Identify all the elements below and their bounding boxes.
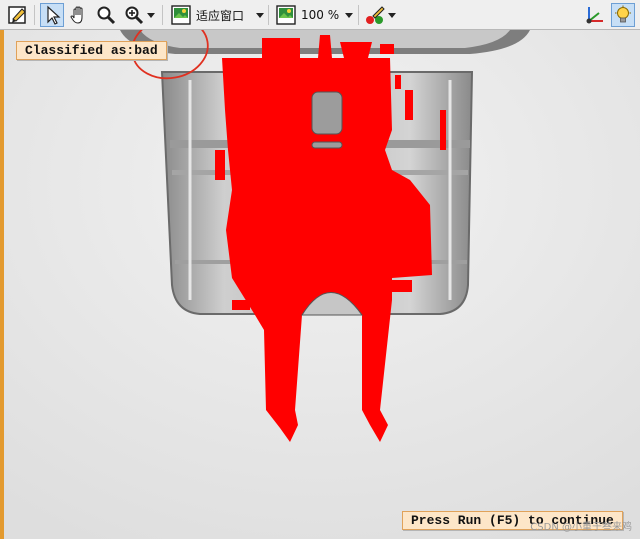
axes-icon [586, 7, 603, 24]
chevron-down-icon [146, 12, 155, 18]
edit-button[interactable] [6, 3, 30, 27]
image-fit-icon [171, 5, 191, 25]
hand-tool-button[interactable] [67, 3, 91, 27]
zoom-fit-value: 适应窗口 [196, 8, 245, 23]
classification-label: Classified as:bad [16, 41, 167, 60]
zoom-fit-combo[interactable]: 适应窗口 [168, 3, 266, 27]
lightbulb-button[interactable] [611, 3, 635, 27]
toolbar: 适应窗口 100 % [0, 0, 640, 30]
chevron-down-icon [345, 12, 353, 18]
hand-icon [70, 6, 83, 24]
zoom-dropdown[interactable] [121, 3, 157, 27]
magnifier-icon [97, 6, 116, 25]
zoom-percent-combo[interactable]: 100 % [272, 3, 356, 27]
pointer-tool-button[interactable] [40, 3, 64, 27]
magnifier-tool-button[interactable] [94, 3, 118, 27]
zoom-in-icon [125, 6, 143, 25]
edit-icon [8, 6, 26, 24]
watermark: CSDN @小重于叁来鸡 [530, 522, 632, 533]
image-canvas[interactable]: Classified as:bad Press Run (F5) to cont… [0, 30, 640, 539]
axes-button[interactable] [583, 3, 607, 27]
color-dropdown[interactable] [362, 3, 398, 27]
inspection-image [0, 30, 640, 539]
zoom-percent-value: 100 % [301, 8, 340, 22]
lightbulb-icon [615, 5, 631, 23]
chevron-down-icon [256, 12, 264, 18]
image-zoom-icon [276, 5, 296, 25]
chevron-down-icon [388, 12, 396, 18]
left-edge-bar [0, 30, 4, 539]
color-paint-icon [366, 6, 385, 24]
pointer-icon [47, 5, 61, 25]
